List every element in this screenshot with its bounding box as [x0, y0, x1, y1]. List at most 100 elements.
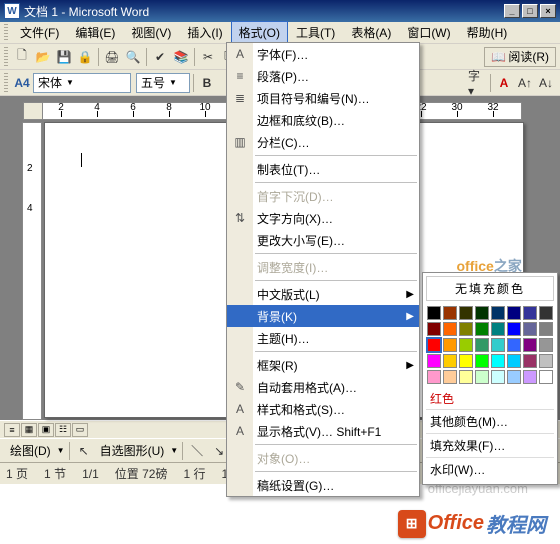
menu-help[interactable]: 帮助(H)	[459, 21, 516, 44]
color-swatch[interactable]	[459, 306, 473, 320]
open-icon[interactable]: 📂	[33, 47, 53, 67]
normal-view-icon[interactable]: ≡	[4, 423, 20, 437]
format-menu-item[interactable]: 中文版式(L)▶	[227, 283, 419, 305]
format-menu-item[interactable]: 主题(H)…	[227, 327, 419, 349]
color-swatch[interactable]	[507, 338, 521, 352]
print-icon[interactable]: 🖨	[102, 47, 122, 67]
color-swatch[interactable]	[491, 354, 505, 368]
permissions-icon[interactable]: 🔒	[75, 47, 95, 67]
new-icon[interactable]: 🗋	[12, 47, 32, 67]
preview-icon[interactable]: 🔍	[123, 47, 143, 67]
color-swatch[interactable]	[523, 322, 537, 336]
shrink-icon[interactable]: A↓	[536, 73, 556, 93]
menu-insert[interactable]: 插入(I)	[179, 21, 230, 44]
color-swatch[interactable]	[427, 338, 441, 352]
format-menu-item[interactable]: 背景(K)▶	[227, 305, 419, 327]
format-menu-item[interactable]: A样式和格式(S)…	[227, 398, 419, 420]
font-color-icon[interactable]: A	[494, 73, 514, 93]
format-menu-item[interactable]: A显示格式(V)… Shift+F1	[227, 420, 419, 442]
menu-window[interactable]: 窗口(W)	[399, 21, 458, 44]
format-menu-item[interactable]: A字体(F)…	[227, 43, 419, 65]
char-scale-icon[interactable]: 字▾	[467, 73, 487, 93]
close-button[interactable]: ×	[540, 4, 556, 18]
color-swatch[interactable]	[427, 306, 441, 320]
print-view-icon[interactable]: ▣	[38, 423, 54, 437]
format-menu-item[interactable]: 更改大小写(E)…	[227, 229, 419, 251]
format-menu-item[interactable]: 框架(R)▶	[227, 354, 419, 376]
color-swatch[interactable]	[475, 370, 489, 384]
color-swatch[interactable]	[539, 306, 553, 320]
format-menu-item[interactable]: 制表位(T)…	[227, 158, 419, 180]
read-view-icon[interactable]: ▭	[72, 423, 88, 437]
menu-edit[interactable]: 编辑(E)	[67, 21, 123, 44]
color-swatch[interactable]	[523, 338, 537, 352]
color-swatch[interactable]	[539, 338, 553, 352]
color-swatch[interactable]	[427, 370, 441, 384]
color-swatch[interactable]	[491, 370, 505, 384]
menu-file[interactable]: 文件(F)	[12, 21, 67, 44]
no-fill-button[interactable]: 无填充颜色	[426, 276, 554, 301]
color-swatch[interactable]	[459, 322, 473, 336]
web-view-icon[interactable]: ▦	[21, 423, 37, 437]
color-swatch[interactable]	[459, 354, 473, 368]
line-icon[interactable]: ＼	[187, 441, 207, 461]
maximize-button[interactable]: □	[522, 4, 538, 18]
format-menu-item[interactable]: ⇅文字方向(X)…	[227, 207, 419, 229]
save-icon[interactable]: 💾	[54, 47, 74, 67]
color-swatch[interactable]	[507, 354, 521, 368]
draw-menu[interactable]: 绘图(D)	[6, 442, 55, 459]
select-icon[interactable]: ↖	[74, 441, 94, 461]
color-swatch[interactable]	[539, 370, 553, 384]
color-swatch[interactable]	[475, 354, 489, 368]
menu-format[interactable]: 格式(O)	[231, 21, 288, 44]
spellcheck-icon[interactable]: ✔	[150, 47, 170, 67]
color-swatch[interactable]	[491, 306, 505, 320]
color-swatch[interactable]	[427, 354, 441, 368]
color-swatch[interactable]	[443, 370, 457, 384]
minimize-button[interactable]: _	[504, 4, 520, 18]
menu-tools[interactable]: 工具(T)	[288, 21, 343, 44]
color-swatch[interactable]	[507, 322, 521, 336]
color-swatch[interactable]	[523, 370, 537, 384]
style-label[interactable]: A4	[12, 73, 32, 93]
format-menu-item[interactable]: ✎自动套用格式(A)…	[227, 376, 419, 398]
color-swatch[interactable]	[475, 322, 489, 336]
color-swatch[interactable]	[443, 322, 457, 336]
format-menu-item[interactable]: ▥分栏(C)…	[227, 131, 419, 153]
color-swatch[interactable]	[507, 306, 521, 320]
color-swatch[interactable]	[539, 354, 553, 368]
fill-effects-button[interactable]: 填充效果(F)…	[426, 433, 554, 457]
format-menu-item[interactable]: ≣项目符号和编号(N)…	[227, 87, 419, 109]
color-swatch[interactable]	[491, 322, 505, 336]
color-swatch[interactable]	[475, 306, 489, 320]
color-swatch[interactable]	[507, 370, 521, 384]
format-menu-item[interactable]: 边框和底纹(B)…	[227, 109, 419, 131]
color-swatch[interactable]	[491, 338, 505, 352]
color-swatch[interactable]	[443, 354, 457, 368]
font-size-select[interactable]: 五号▼	[136, 73, 190, 93]
watermark-button[interactable]: 水印(W)…	[426, 457, 554, 481]
color-swatch[interactable]	[459, 338, 473, 352]
color-swatch[interactable]	[443, 338, 457, 352]
color-swatch[interactable]	[459, 370, 473, 384]
bold-icon[interactable]: B	[197, 73, 217, 93]
font-name-select[interactable]: 宋体▼	[33, 73, 131, 93]
menu-table[interactable]: 表格(A)	[343, 21, 399, 44]
format-menu-item[interactable]: 稿纸设置(G)…	[227, 474, 419, 496]
color-swatch[interactable]	[427, 322, 441, 336]
cut-icon[interactable]: ✂	[198, 47, 218, 67]
format-menu-item[interactable]: ≡段落(P)…	[227, 65, 419, 87]
enlarge-icon[interactable]: A↑	[515, 73, 535, 93]
vertical-ruler[interactable]: 2 4	[22, 122, 42, 420]
color-swatch[interactable]	[443, 306, 457, 320]
autoshape-menu[interactable]: 自选图形(U)	[96, 442, 169, 459]
outline-view-icon[interactable]: ☷	[55, 423, 71, 437]
color-swatch[interactable]	[539, 322, 553, 336]
read-button[interactable]: 📖 阅读(R)	[484, 47, 556, 67]
more-colors-button[interactable]: 其他颜色(M)…	[426, 409, 554, 433]
color-swatch[interactable]	[523, 354, 537, 368]
color-swatch[interactable]	[475, 338, 489, 352]
menu-view[interactable]: 视图(V)	[123, 21, 179, 44]
research-icon[interactable]: 📚	[171, 47, 191, 67]
color-swatch[interactable]	[523, 306, 537, 320]
